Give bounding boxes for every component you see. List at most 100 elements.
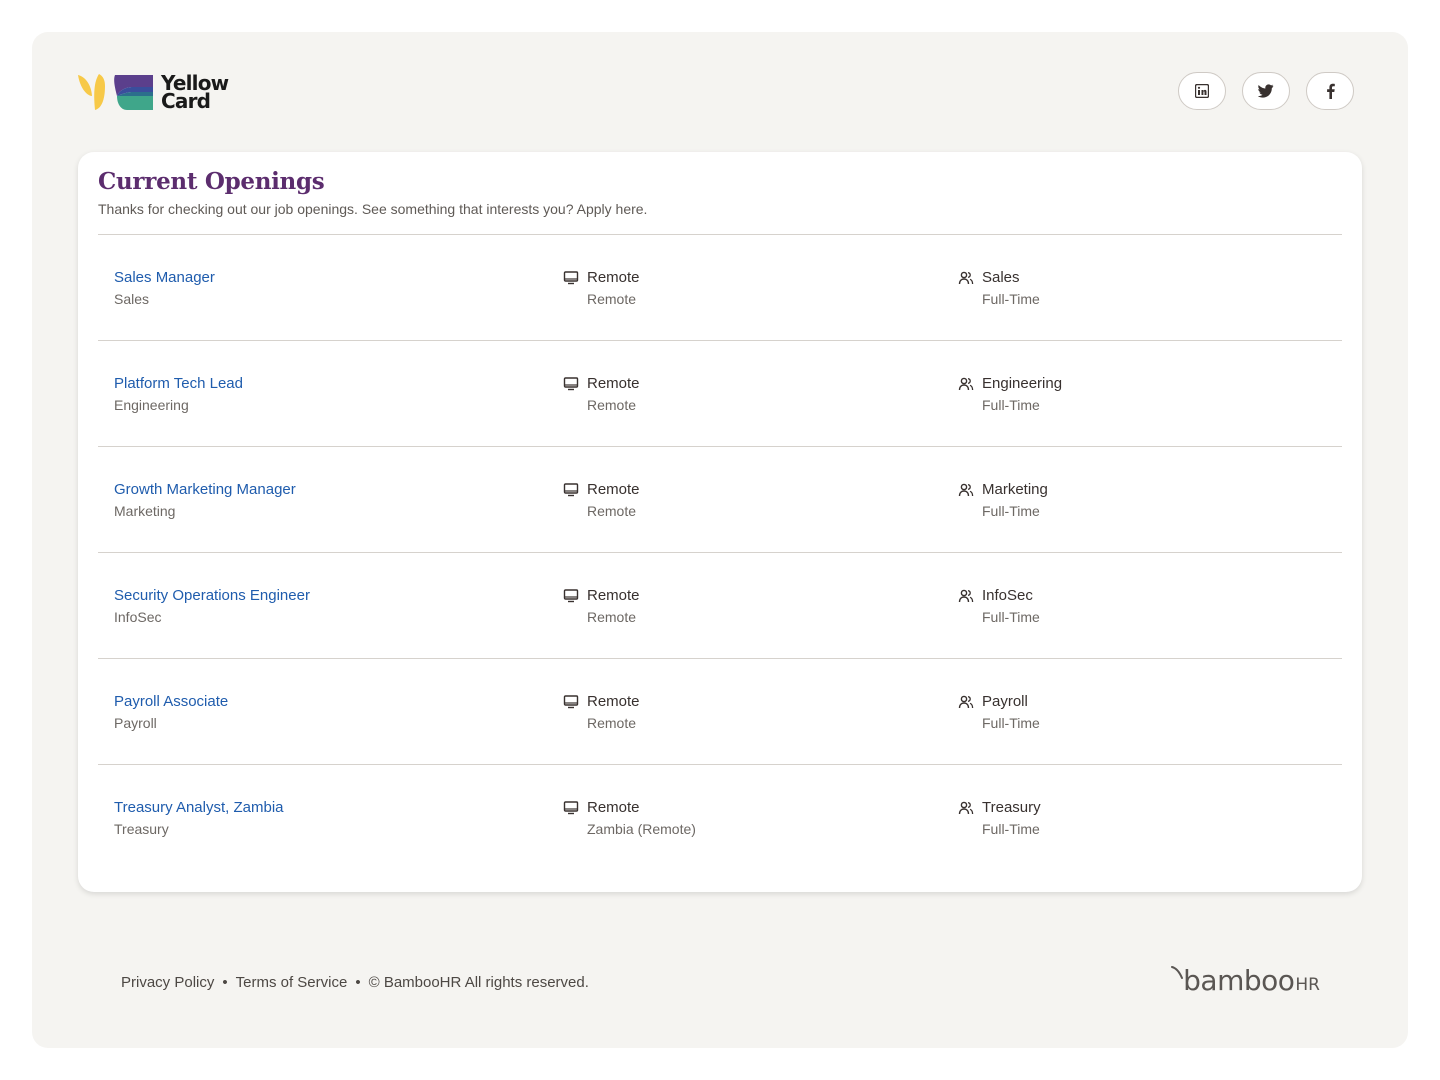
- page-subtitle: Thanks for checking out our job openings…: [98, 201, 648, 217]
- job-department: Engineering: [114, 397, 189, 413]
- privacy-policy-link[interactable]: Privacy Policy: [121, 974, 214, 991]
- job-title-link[interactable]: Platform Tech Lead: [114, 375, 243, 393]
- job-title-link[interactable]: Payroll Associate: [114, 693, 228, 711]
- people-icon: [958, 377, 974, 391]
- job-location-type-label: Remote: [587, 269, 640, 286]
- job-location: Remote: [587, 291, 637, 307]
- job-title-link[interactable]: Treasury Analyst, Zambia: [114, 799, 284, 817]
- job-location: Remote: [587, 503, 637, 519]
- job-team-label: Payroll: [982, 693, 1028, 710]
- job-row: Security Operations Engineer InfoSec Remot…: [98, 553, 1342, 659]
- job-team: Sales: [958, 269, 1040, 287]
- job-title-link[interactable]: Sales Manager: [114, 269, 215, 287]
- job-team-label: Marketing: [982, 481, 1048, 498]
- job-employment-type: Full-Time: [982, 503, 1040, 519]
- job-location-cell: Remote Zambia (Remote): [563, 799, 696, 838]
- job-department: Treasury: [114, 821, 169, 837]
- linkedin-button[interactable]: [1178, 72, 1226, 110]
- facebook-icon: [1326, 83, 1335, 99]
- bamboohr-word: bamboo: [1183, 964, 1295, 997]
- openings-header: Current Openings Thanks for checking out…: [98, 168, 1342, 217]
- job-department: InfoSec: [114, 609, 162, 625]
- footer-links: Privacy Policy • Terms of Service • © Ba…: [121, 974, 589, 991]
- social-links: [1178, 72, 1354, 110]
- monitor-icon: [563, 483, 579, 497]
- job-employment-type: Full-Time: [982, 821, 1040, 837]
- facebook-button[interactable]: [1306, 72, 1354, 110]
- job-team: Marketing: [958, 481, 1048, 499]
- people-icon: [958, 801, 974, 815]
- job-title-cell: Treasury Analyst, Zambia Treasury: [114, 799, 284, 838]
- yellow-card-logo-mark: [78, 74, 153, 110]
- job-location-type-label: Remote: [587, 481, 640, 498]
- job-location-type-label: Remote: [587, 799, 640, 816]
- job-location: Remote: [587, 715, 637, 731]
- job-team-cell: Marketing Full-Time: [958, 481, 1048, 520]
- brand-name: Yellow Card: [161, 73, 229, 111]
- job-title-link[interactable]: Security Operations Engineer: [114, 587, 310, 605]
- job-location-type: Remote: [563, 481, 640, 499]
- job-team-cell: Sales Full-Time: [958, 269, 1040, 308]
- job-row: Treasury Analyst, Zambia Treasury Remote Za…: [98, 765, 1342, 871]
- job-team-cell: Payroll Full-Time: [958, 693, 1040, 732]
- job-department: Sales: [114, 291, 150, 307]
- job-title-cell: Platform Tech Lead Engineering: [114, 375, 243, 414]
- monitor-icon: [563, 695, 579, 709]
- job-location: Remote: [587, 397, 637, 413]
- job-location-cell: Remote Remote: [563, 269, 640, 308]
- job-title-cell: Payroll Associate Payroll: [114, 693, 228, 732]
- job-location: Remote: [587, 609, 637, 625]
- job-team: InfoSec: [958, 587, 1040, 605]
- job-employment-type: Full-Time: [982, 609, 1040, 625]
- job-location-cell: Remote Remote: [563, 693, 640, 732]
- openings-card: Current Openings Thanks for checking out…: [78, 152, 1362, 892]
- twitter-icon: [1258, 84, 1274, 98]
- page-title: Current Openings: [98, 168, 325, 195]
- job-team-cell: Treasury Full-Time: [958, 799, 1041, 838]
- job-team: Payroll: [958, 693, 1040, 711]
- people-icon: [958, 589, 974, 603]
- job-row: Sales Manager Sales Remote Remote Sales Full-…: [98, 235, 1342, 341]
- job-team-cell: InfoSec Full-Time: [958, 587, 1040, 626]
- company-logo[interactable]: Yellow Card: [77, 72, 229, 112]
- job-location: Zambia (Remote): [587, 821, 696, 837]
- job-title-cell: Growth Marketing Manager Marketing: [114, 481, 296, 520]
- job-location-cell: Remote Remote: [563, 587, 640, 626]
- job-team-label: Sales: [982, 269, 1020, 286]
- job-department: Payroll: [114, 715, 157, 731]
- job-location-type-label: Remote: [587, 587, 640, 604]
- terms-of-service-link[interactable]: Terms of Service: [236, 974, 348, 991]
- job-team-cell: Engineering Full-Time: [958, 375, 1062, 414]
- job-employment-type: Full-Time: [982, 715, 1040, 731]
- job-title-link[interactable]: Growth Marketing Manager: [114, 481, 296, 499]
- bamboohr-logo[interactable]: bamboo HR: [1171, 966, 1320, 996]
- job-employment-type: Full-Time: [982, 291, 1040, 307]
- job-team-label: Engineering: [982, 375, 1063, 392]
- job-location-type: Remote: [563, 587, 640, 605]
- job-team: Engineering: [958, 375, 1062, 393]
- linkedin-icon: [1195, 84, 1209, 98]
- people-icon: [958, 695, 974, 709]
- job-location-cell: Remote Remote: [563, 481, 640, 520]
- job-location-type: Remote: [563, 375, 640, 393]
- footer-separator: •: [355, 974, 361, 991]
- job-location-cell: Remote Remote: [563, 375, 640, 414]
- monitor-icon: [563, 589, 579, 603]
- job-title-cell: Sales Manager Sales: [114, 269, 215, 308]
- job-row: Growth Marketing Manager Marketing Remote R…: [98, 447, 1342, 553]
- job-location-type: Remote: [563, 799, 696, 817]
- job-location-type-label: Remote: [587, 375, 640, 392]
- job-location-type-label: Remote: [587, 693, 640, 710]
- job-row: Payroll Associate Payroll Remote Remote Payr…: [98, 659, 1342, 765]
- job-team-label: Treasury: [982, 799, 1041, 816]
- footer-separator: •: [222, 974, 228, 991]
- job-employment-type: Full-Time: [982, 397, 1040, 413]
- job-row: Platform Tech Lead Engineering Remote Remot…: [98, 341, 1342, 447]
- monitor-icon: [563, 271, 579, 285]
- monitor-icon: [563, 377, 579, 391]
- job-list: Sales Manager Sales Remote Remote Sales Full-…: [98, 235, 1342, 871]
- job-department: Marketing: [114, 503, 176, 519]
- job-team-label: InfoSec: [982, 587, 1033, 604]
- bamboohr-suffix: HR: [1295, 975, 1320, 995]
- twitter-button[interactable]: [1242, 72, 1290, 110]
